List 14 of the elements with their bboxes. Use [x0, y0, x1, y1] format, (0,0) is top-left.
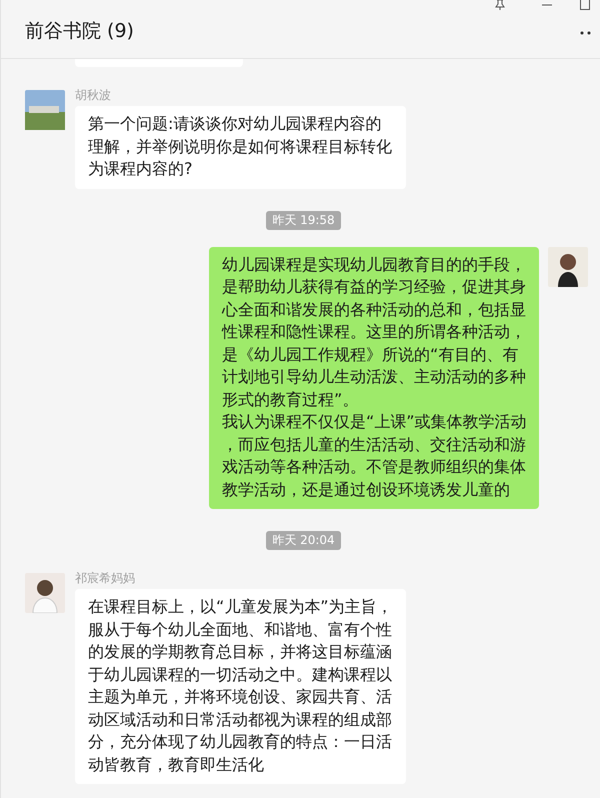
- maximize-icon[interactable]: [580, 0, 590, 10]
- message-text: 第一个问题:请谈谈你对幼儿园课程内容的理解，并举例说明你是如何将课程目标转化为课程内容的?: [88, 113, 393, 180]
- avatar-photo-placeholder[interactable]: [25, 90, 65, 130]
- message-text: 幼儿园课程是实现幼儿园教育目的的手段，是帮助幼儿获得有益的学习经验，促进其身心全面和谐发展的各种活动的总和，包括显性课程和隐性课程。这里的所谓各种活动，是《幼儿园工作规程》所说的“有目的、有计划地引导幼儿生动活泼、主动活动的多种形式的教育过程”。: [222, 254, 527, 410]
- avatar-silhouette[interactable]: [25, 573, 65, 613]
- message-text: 我认为课程不仅仅是“上课”或集体教学活动，而应包括儿童的生活活动、交往活动和游戏活动等各种活动。不管是教师组织的集体教学活动，还是通过创设环境诱发儿童的: [222, 411, 527, 500]
- sender-name: 祁宸希妈妈: [75, 570, 136, 586]
- sender-name: 胡秋波: [75, 87, 112, 103]
- chat-title: 前谷书院 (9): [25, 19, 135, 44]
- avatar-silhouette[interactable]: [548, 246, 588, 286]
- timestamp: 昨天 20:04: [266, 531, 341, 550]
- timestamp: 昨天 19:58: [266, 210, 341, 230]
- message-text: 在课程目标上，以“儿童发展为本”为主旨，服从于每个幼儿全面地、和谐地、富有个性的发展的学期教育总目标，并将这目标蕴涵于幼儿园课程的一切活动之中。建构课程以主题为单元，并将环境创设、家园共育、活动区域活动和日常活动都视为课程的组成部分，充分体现了幼儿园教育的特点：一日活动皆教育，教育即生活化: [88, 596, 394, 776]
- pin-icon[interactable]: [494, 0, 506, 10]
